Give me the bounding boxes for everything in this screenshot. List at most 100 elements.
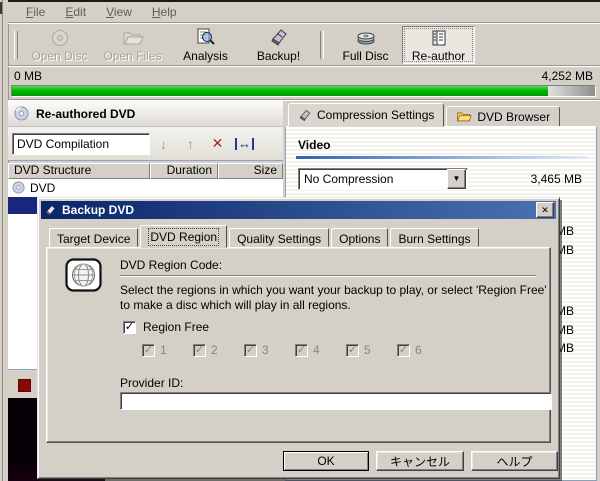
menu-edit[interactable]: Edit	[55, 3, 96, 21]
tab-label: Quality Settings	[237, 232, 321, 246]
ok-button[interactable]: OK	[283, 451, 369, 471]
open-files-button[interactable]: Open Files	[96, 26, 169, 64]
region-5-checkbox[interactable]: ✓	[346, 344, 359, 357]
backup-icon	[269, 27, 289, 47]
compilation-toolbar: ↓ ↑ ✕ ↔	[8, 127, 283, 161]
provider-id-label: Provider ID:	[120, 376, 183, 390]
reauthor-icon	[430, 27, 448, 47]
tab-dvd-browser[interactable]: DVD Browser	[446, 106, 560, 127]
close-icon[interactable]: ✕	[536, 202, 554, 218]
start-end-icon: ↔	[235, 138, 254, 150]
region-number-row: ✓1 ✓2 ✓3 ✓4 ✓5 ✓6	[142, 343, 448, 357]
globe-icon	[65, 258, 102, 295]
dialog-title: Backup DVD	[62, 203, 531, 217]
menu-help[interactable]: Help	[142, 3, 187, 21]
menu-bar: File Edit View Help	[8, 2, 600, 23]
help-button[interactable]: ヘルプ	[471, 451, 558, 471]
full-disc-label: Full Disc	[342, 49, 388, 63]
folder-open-icon	[122, 27, 144, 47]
region-2-checkbox[interactable]: ✓	[193, 344, 206, 357]
tab-options[interactable]: Options	[331, 228, 388, 247]
video-size-value: 3,465 MB	[531, 172, 582, 186]
region-6-label: 6	[415, 343, 422, 357]
region-5-label: 5	[364, 343, 371, 357]
reauthor-button[interactable]: Re-author	[402, 26, 475, 64]
remove-button[interactable]: ✕	[204, 135, 231, 152]
reauthor-label: Re-author	[412, 49, 465, 63]
analysis-label: Analysis	[183, 49, 228, 63]
tab-dvd-region[interactable]: DVD Region	[140, 225, 227, 248]
dropdown-value: No Compression	[299, 172, 447, 186]
column-duration[interactable]: Duration	[150, 163, 218, 179]
capacity-remainder	[548, 86, 595, 96]
backup-label: Backup!	[257, 49, 300, 63]
backup-button[interactable]: Backup!	[242, 26, 315, 64]
region-1-checkbox[interactable]: ✓	[142, 344, 155, 357]
tab-label: Burn Settings	[398, 232, 470, 246]
stop-button[interactable]	[18, 379, 31, 392]
cd-icon	[14, 106, 29, 121]
tab-quality-settings[interactable]: Quality Settings	[229, 228, 329, 247]
tab-browser-label: DVD Browser	[477, 110, 550, 124]
tab-compression-label: Compression Settings	[317, 108, 434, 122]
disc-icon	[50, 27, 70, 47]
region-3-label: 3	[262, 343, 269, 357]
analysis-button[interactable]: Analysis	[169, 26, 242, 64]
tab-label: Target Device	[57, 232, 130, 246]
tab-target-device[interactable]: Target Device	[49, 228, 138, 247]
video-compression-dropdown[interactable]: No Compression ▼	[298, 168, 468, 190]
column-dvd-structure[interactable]: DVD Structure	[8, 163, 150, 179]
region-3-item: ✓3	[244, 343, 295, 357]
region-free-row: ✓ Region Free	[123, 320, 209, 334]
capacity-bar	[11, 85, 596, 97]
analysis-icon	[196, 27, 216, 47]
horizontal-separator	[8, 99, 600, 100]
region-4-label: 4	[313, 343, 320, 357]
video-section-heading: Video	[298, 138, 330, 152]
capacity-end-label: 4,252 MB	[542, 69, 593, 83]
region-5-item: ✓5	[346, 343, 397, 357]
open-files-label: Open Files	[103, 49, 161, 63]
list-item-label: DVD	[30, 181, 55, 195]
region-2-label: 2	[211, 343, 218, 357]
set-start-end-button[interactable]: ↔	[231, 137, 258, 151]
edge-mark	[0, 2, 2, 14]
open-disc-button[interactable]: Open Disc	[23, 26, 96, 64]
dropdown-arrow-icon[interactable]: ▼	[447, 169, 466, 189]
tab-compression-settings[interactable]: Compression Settings	[288, 103, 444, 127]
region-6-checkbox[interactable]: ✓	[397, 344, 410, 357]
toolbar-grip[interactable]	[14, 31, 18, 59]
compilation-name-input[interactable]	[12, 133, 150, 155]
column-size[interactable]: Size	[218, 163, 283, 179]
region-1-item: ✓1	[142, 343, 193, 357]
cancel-button[interactable]: キャンセル	[376, 451, 464, 471]
folder-icon	[456, 110, 472, 123]
provider-id-input[interactable]	[120, 392, 552, 410]
backup-dvd-dialog: Backup DVD ✕ Target Device DVD Region Qu…	[37, 197, 560, 479]
move-up-button[interactable]: ↑	[177, 136, 204, 152]
region-heading-rule	[120, 275, 536, 277]
full-disc-button[interactable]: Full Disc	[329, 26, 402, 64]
open-disc-label: Open Disc	[31, 49, 87, 63]
cd-icon	[12, 181, 25, 194]
structure-table-header: DVD Structure Duration Size	[8, 163, 283, 179]
right-panel-tabs: Compression Settings DVD Browser	[285, 103, 597, 127]
dvd-region-tab-page: DVD Region Code: Select the regions in w…	[46, 247, 551, 443]
disc-stack-icon	[355, 27, 377, 47]
region-description: Select the regions in which you want you…	[120, 283, 558, 313]
edge-divider	[2, 0, 3, 481]
region-1-label: 1	[160, 343, 167, 357]
menu-file[interactable]: File	[16, 3, 55, 21]
move-down-button[interactable]: ↓	[150, 136, 177, 152]
region-3-checkbox[interactable]: ✓	[244, 344, 257, 357]
region-4-checkbox[interactable]: ✓	[295, 344, 308, 357]
dialog-title-bar[interactable]: Backup DVD ✕	[41, 201, 556, 219]
region-6-item: ✓6	[397, 343, 448, 357]
tab-burn-settings[interactable]: Burn Settings	[390, 228, 478, 247]
list-item-dvd[interactable]: DVD	[8, 179, 283, 196]
capacity-fill	[12, 86, 548, 96]
dvd-shrink-window: File Edit View Help Open Disc Open Files…	[0, 0, 600, 481]
tab-label: Options	[339, 232, 380, 246]
menu-view[interactable]: View	[96, 3, 142, 21]
region-free-checkbox[interactable]: ✓	[123, 321, 136, 334]
